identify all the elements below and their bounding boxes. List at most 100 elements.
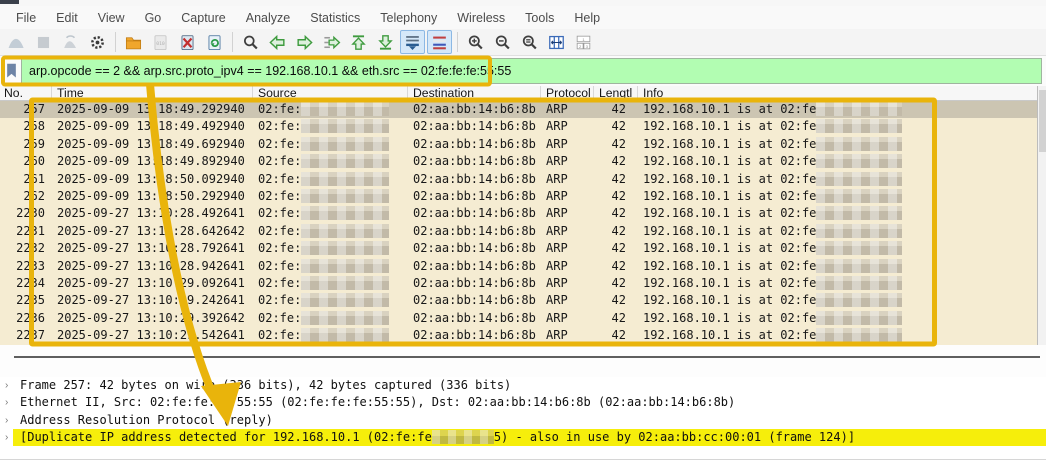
menu-telephony[interactable]: Telephony	[370, 9, 447, 27]
packet-row-2231[interactable]: 2231 2025-09-27 13:10:28.642642 02:fe: 02:a…	[0, 223, 1037, 240]
packet-row-2232[interactable]: 2232 2025-09-27 13:10:28.792641 02:fe: 02:a…	[0, 240, 1037, 257]
redacted-source	[301, 119, 390, 134]
redacted-source	[301, 206, 390, 221]
menu-go[interactable]: Go	[135, 9, 172, 27]
main-toolbar: 010 1 2 3	[0, 29, 1046, 56]
detail-line-3[interactable]: › Address Resolution Protocol (reply)	[0, 412, 1046, 429]
menu-capture[interactable]: Capture	[171, 9, 235, 27]
stop-capture-icon[interactable]	[31, 30, 56, 54]
packet-row-2236[interactable]: 2236 2025-09-27 13:10:29.392642 02:fe: 02:a…	[0, 310, 1037, 327]
find-packet-icon[interactable]	[238, 30, 263, 54]
packet-list[interactable]: 257 2025-09-09 13:18:49.292940 02:fe: 02:aa…	[0, 101, 1037, 345]
menu-file[interactable]: File	[6, 9, 46, 27]
svg-text:010: 010	[156, 40, 165, 46]
colorize-icon[interactable]	[427, 30, 452, 54]
reload-file-icon[interactable]	[202, 30, 227, 54]
redacted-source	[301, 241, 390, 256]
redacted-info	[816, 119, 903, 134]
redacted-source	[301, 102, 390, 116]
redacted-source	[301, 293, 390, 308]
zoom-reset-icon[interactable]	[517, 30, 542, 54]
redacted-info	[816, 206, 903, 221]
packet-row-2233[interactable]: 2233 2025-09-27 13:10:28.942641 02:fe: 02:a…	[0, 258, 1037, 275]
redacted-mac	[431, 429, 494, 444]
layout-123-icon[interactable]: 123	[571, 30, 596, 54]
redacted-info	[816, 188, 903, 203]
packet-row-258[interactable]: 258 2025-09-09 13:18:49.492940 02:fe: 02:aa…	[0, 118, 1037, 135]
duplicate-ip-warning-line[interactable]: › [Duplicate IP address detected for 192.…	[0, 428, 1046, 447]
filter-bookmark-icon[interactable]	[3, 59, 20, 83]
expander-icon[interactable]: ›	[5, 412, 8, 429]
column-header-lengtl[interactable]: Lengtl	[594, 86, 638, 100]
redacted-source	[301, 171, 390, 186]
display-filter-input[interactable]: arp.opcode == 2 && arp.src.proto_ipv4 ==…	[21, 58, 1042, 84]
packet-row-257[interactable]: 257 2025-09-09 13:18:49.292940 02:fe: 02:aa…	[0, 101, 1037, 119]
redacted-source	[301, 275, 390, 290]
toolbar-separator	[232, 32, 233, 52]
redacted-source	[301, 136, 390, 151]
menu-tools[interactable]: Tools	[515, 9, 564, 27]
packet-row-259[interactable]: 259 2025-09-09 13:18:49.692940 02:fe: 02:aa…	[0, 136, 1037, 153]
close-file-icon[interactable]	[175, 30, 200, 54]
start-capture-icon[interactable]	[4, 30, 29, 54]
svg-text:2: 2	[579, 43, 581, 48]
go-to-top-icon[interactable]	[346, 30, 371, 54]
menu-edit[interactable]: Edit	[46, 9, 88, 27]
column-header-time[interactable]: Time	[52, 86, 253, 100]
packet-row-2230[interactable]: 2230 2025-09-27 13:10:28.492641 02:fe: 02:a…	[0, 205, 1037, 222]
redacted-source	[301, 154, 390, 169]
redacted-info	[816, 293, 903, 308]
menu-bar: File Edit View Go Capture Analyze Statistics Te…	[0, 6, 1046, 29]
expander-icon[interactable]: ›	[5, 394, 8, 411]
resize-columns-icon[interactable]	[544, 30, 569, 54]
zoom-out-icon[interactable]	[490, 30, 515, 54]
menu-statistics[interactable]: Statistics	[300, 9, 370, 27]
restart-capture-icon[interactable]	[58, 30, 83, 54]
packet-row-2237[interactable]: 2237 2025-09-27 13:10:29.542641 02:fe: 02:a…	[0, 327, 1037, 344]
column-header-source[interactable]: Source	[253, 86, 408, 100]
column-header-destination[interactable]: Destination	[408, 86, 541, 100]
bookmark-glyph	[7, 63, 16, 78]
redacted-info	[816, 102, 903, 116]
go-to-bottom-icon[interactable]	[373, 30, 398, 54]
packet-row-262[interactable]: 262 2025-09-09 13:18:50.292940 02:fe: 02:aa…	[0, 188, 1037, 205]
packet-row-261[interactable]: 261 2025-09-09 13:18:50.092940 02:fe: 02:aa…	[0, 171, 1037, 188]
redacted-source	[301, 258, 390, 273]
go-to-packet-icon[interactable]	[319, 30, 344, 54]
packet-row-2235[interactable]: 2235 2025-09-27 13:10:29.242641 02:fe: 02:a…	[0, 292, 1037, 309]
open-file-icon[interactable]	[121, 30, 146, 54]
menu-wireless[interactable]: Wireless	[447, 9, 515, 27]
packet-row-2234[interactable]: 2234 2025-09-27 13:10:29.092641 02:fe: 02:a…	[0, 275, 1037, 292]
redacted-info	[816, 258, 903, 273]
menu-help[interactable]: Help	[564, 9, 610, 27]
zoom-in-icon[interactable]	[463, 30, 488, 54]
menu-analyze[interactable]: Analyze	[236, 9, 300, 27]
save-file-icon[interactable]: 010	[148, 30, 173, 54]
scrollbar-thumb[interactable]	[1039, 90, 1046, 152]
wireshark-window: { "menu": { "items": ["File","Edit","Vie…	[0, 0, 1046, 461]
detail-line-2[interactable]: › Ethernet II, Src: 02:fe:fe:fe:55:55 (02…	[0, 394, 1046, 411]
column-header-no[interactable]: No.	[0, 86, 52, 100]
expander-icon[interactable]: ›	[5, 377, 8, 394]
bottom-border	[0, 459, 1046, 460]
redacted-source	[301, 188, 390, 203]
redacted-source	[301, 223, 390, 238]
column-header-protocol[interactable]: Protocol	[541, 86, 594, 100]
window-fragment	[0, 0, 19, 4]
pane-splitter[interactable]	[0, 345, 1046, 377]
packet-row-260[interactable]: 260 2025-09-09 13:18:49.892940 02:fe: 02:aa…	[0, 153, 1037, 170]
redacted-info	[816, 171, 903, 186]
column-header-info[interactable]: Info	[638, 86, 1037, 100]
expander-icon[interactable]: ›	[5, 429, 8, 446]
redacted-info	[816, 328, 903, 343]
capture-options-icon[interactable]	[85, 30, 110, 54]
go-back-icon[interactable]	[265, 30, 290, 54]
redacted-source	[301, 310, 390, 325]
detail-line-1[interactable]: › Frame 257: 42 bytes on wire (336 bits),…	[0, 377, 1046, 394]
go-forward-icon[interactable]	[292, 30, 317, 54]
menu-view[interactable]: View	[88, 9, 135, 27]
filter-bar: arp.opcode == 2 && arp.src.proto_ipv4 ==…	[0, 56, 1046, 86]
toolbar-separator	[457, 32, 458, 52]
auto-scroll-icon[interactable]	[400, 30, 425, 54]
packet-list-scrollbar[interactable]	[1037, 86, 1046, 345]
